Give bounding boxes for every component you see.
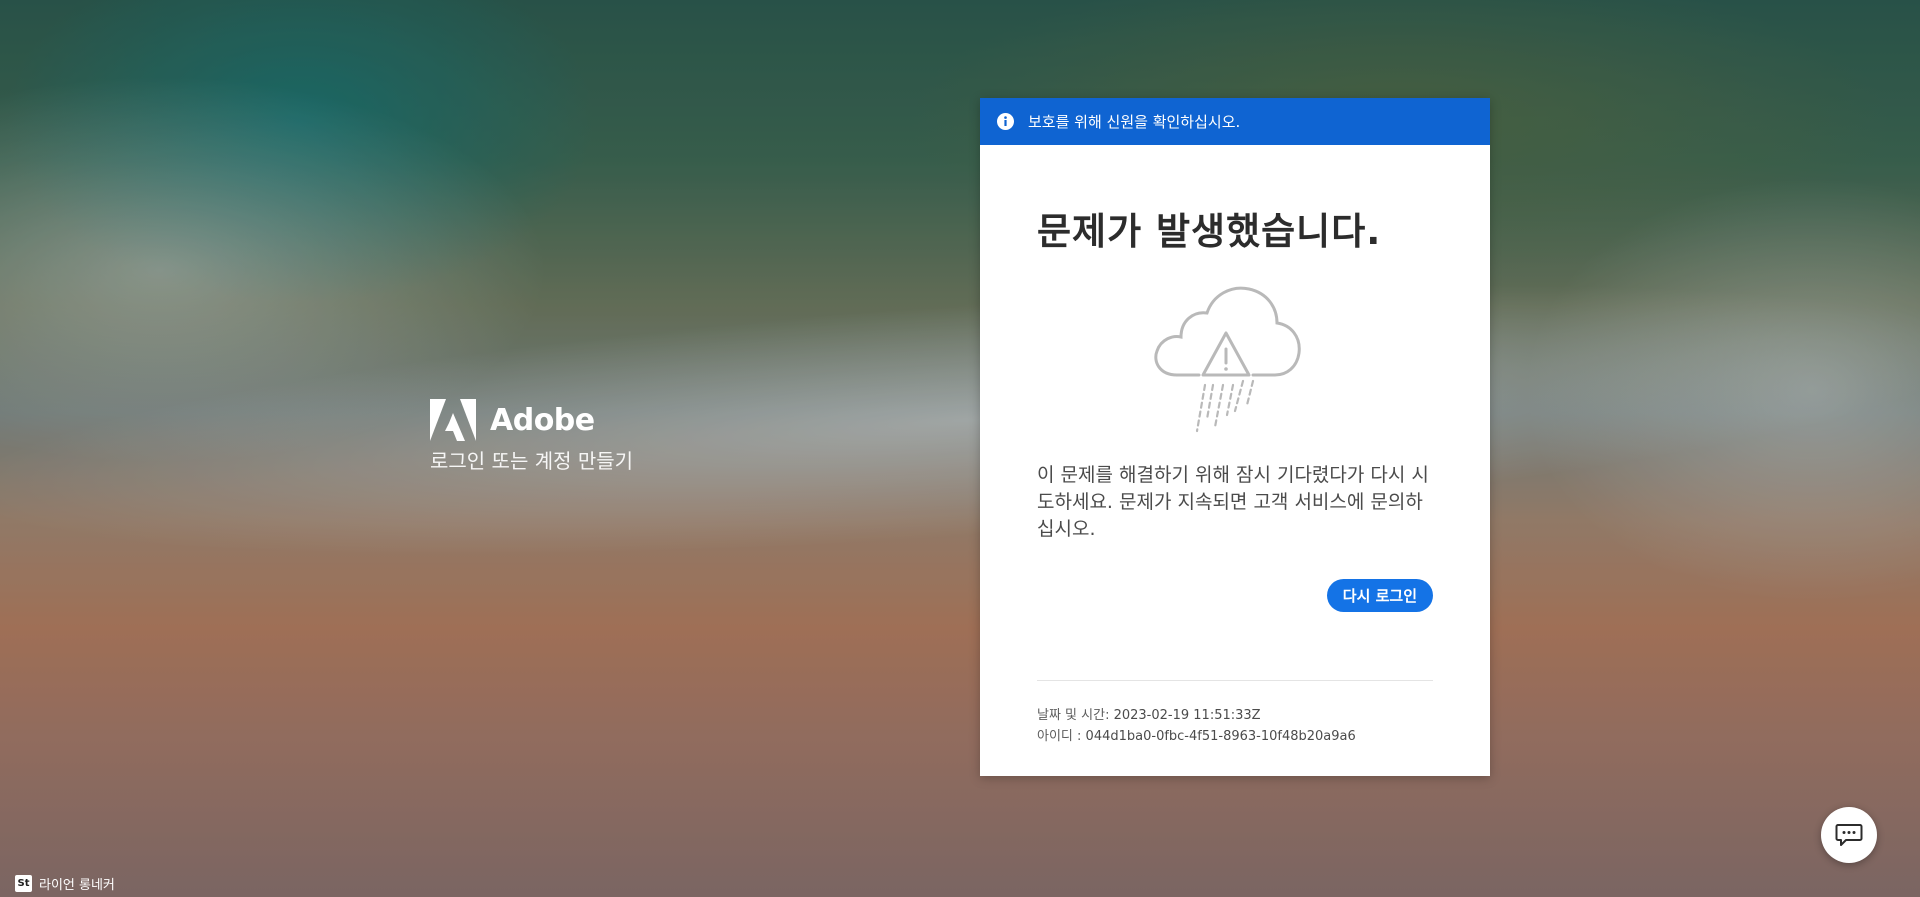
chat-button[interactable]: [1821, 807, 1877, 863]
cloud-warning-rain-icon: [1154, 286, 1301, 433]
brand-block: Adobe 로그인 또는 계정 만들기: [430, 399, 633, 474]
info-icon: [997, 113, 1014, 130]
photo-credit[interactable]: St 라이언 롱네커: [15, 874, 115, 893]
datetime-label: 날짜 및 시간:: [1037, 708, 1110, 723]
error-card: 보호를 위해 신원을 확인하십시오. 문제가 발생했습니다. 이 문제를 해결하…: [980, 98, 1490, 776]
security-banner: 보호를 위해 신원을 확인하십시오.: [980, 98, 1490, 145]
id-label: 아이디 :: [1037, 729, 1082, 744]
datetime-row: 날짜 및 시간: 2023-02-19 11:51:33Z: [1037, 705, 1433, 726]
photo-credit-text: 라이언 롱네커: [39, 878, 115, 893]
background-image: [0, 0, 1920, 897]
datetime-value: 2023-02-19 11:51:33Z: [1113, 708, 1261, 723]
brand-name: Adobe: [490, 402, 595, 438]
page-title: 문제가 발생했습니다.: [1037, 210, 1382, 253]
brand-tagline: 로그인 또는 계정 만들기: [430, 449, 634, 473]
adobe-logo-icon: [430, 399, 476, 441]
retry-login-button[interactable]: 다시 로그인: [1326, 579, 1433, 612]
error-message: 이 문제를 해결하기 위해 잠시 기다렸다가 다시 시도하세요. 문제가 지속되…: [1037, 464, 1429, 540]
id-value: 044d1ba0-0fbc-4f51-8963-10f48b20a9a6: [1085, 729, 1356, 744]
divider: [1037, 680, 1433, 681]
adobe-stock-icon: St: [15, 875, 32, 892]
error-metadata: 날짜 및 시간: 2023-02-19 11:51:33Z 아이디 : 044d…: [1037, 705, 1433, 747]
id-row: 아이디 : 044d1ba0-0fbc-4f51-8963-10f48b20a9…: [1037, 726, 1433, 747]
chat-bubble-icon: [1835, 824, 1863, 846]
banner-text: 보호를 위해 신원을 확인하십시오.: [1028, 113, 1241, 131]
